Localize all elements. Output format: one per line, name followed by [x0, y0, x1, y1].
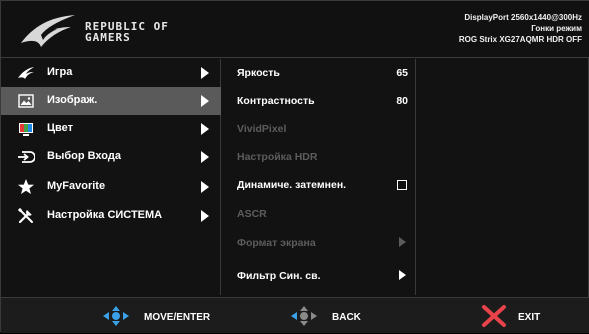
exit-label: EXIT: [518, 312, 541, 323]
sub-menu-item-brightness[interactable]: Яркость 65: [222, 59, 416, 87]
aspect-control-label: Формат экрана: [237, 237, 316, 249]
status-mode: Гонки режим: [531, 24, 582, 33]
main-menu-item-game[interactable]: Игра: [1, 59, 221, 87]
image-icon: [18, 94, 34, 108]
back-button[interactable]: BACK: [289, 298, 379, 334]
sub-menu-item-hdr-setting: Настройка HDR: [222, 143, 416, 171]
back-label: BACK: [332, 312, 361, 323]
sub-menu-item-dynamic-dimming[interactable]: Динамиче. затемнен.: [222, 171, 416, 199]
sub-menu-item-ascr: ASCR: [222, 200, 416, 228]
joystick-back-icon: [291, 306, 317, 326]
hdr-setting-label: Настройка HDR: [237, 151, 318, 163]
main-menu-item-system-setup[interactable]: Настройка СИСТЕМА: [1, 202, 221, 230]
monitor-status: DisplayPort 2560x1440@300Hz Гонки режим …: [459, 12, 582, 45]
input-select-icon: [18, 151, 35, 163]
sub-menu-item-contrast[interactable]: Контрастность 80: [222, 87, 416, 115]
chevron-right-icon: [201, 151, 209, 163]
chevron-right-icon: [201, 210, 209, 222]
main-menu-label-image: Изображ.: [47, 94, 98, 106]
rog-logo: REPUBLIC OF GAMERS: [19, 13, 169, 49]
chevron-right-icon: [201, 67, 209, 79]
osd-window: REPUBLIC OF GAMERS DisplayPort 2560x1440…: [0, 0, 589, 333]
wrench-screwdriver-icon: [17, 207, 33, 224]
close-x-icon: [482, 305, 506, 327]
main-menu-item-input-select[interactable]: Выбор Входа: [1, 143, 221, 171]
contrast-label: Контрастность: [237, 95, 315, 107]
blue-light-filter-label: Фильтр Син. св.: [237, 270, 321, 282]
main-menu-item-myfavorite[interactable]: MyFavorite: [1, 173, 221, 201]
main-menu-item-color[interactable]: Цвет: [1, 115, 221, 143]
chevron-right-icon: [399, 270, 406, 280]
ascr-label: ASCR: [237, 208, 267, 220]
sub-menu: Яркость 65 Контрастность 80 VividPixel Н…: [222, 59, 416, 295]
exit-button[interactable]: EXIT: [481, 298, 561, 334]
sub-menu-item-aspect-control: Формат экрана: [222, 229, 416, 257]
chevron-right-icon: [201, 95, 209, 107]
main-menu-label-myfavorite: MyFavorite: [47, 180, 106, 192]
status-input-resolution: DisplayPort 2560x1440@300Hz: [464, 13, 582, 22]
color-icon: [19, 123, 33, 136]
move-enter-label: MOVE/ENTER: [144, 312, 211, 323]
osd-footer: MOVE/ENTER BACK EXIT: [1, 297, 589, 333]
chevron-right-icon: [399, 237, 406, 247]
main-menu-label-game: Игра: [47, 66, 73, 78]
logo-wordmark: REPUBLIC OF GAMERS: [85, 21, 169, 43]
vividpixel-label: VividPixel: [237, 123, 287, 135]
move-enter-button[interactable]: MOVE/ENTER: [101, 298, 231, 334]
chevron-right-icon: [201, 123, 209, 135]
main-menu-label-input-select: Выбор Входа: [47, 150, 121, 162]
main-menu: Игра Изображ. Цвет Выбор Входа MyFavorit…: [1, 59, 221, 295]
main-menu-label-system-setup: Настройка СИСТЕМА: [47, 209, 163, 221]
joystick-move-icon: [103, 306, 129, 326]
brightness-value: 65: [396, 67, 408, 79]
status-model-hdr: ROG Strix XG27AQMR HDR OFF: [458, 35, 582, 44]
star-icon: [18, 179, 34, 194]
brightness-label: Яркость: [237, 67, 280, 79]
dynamic-dimming-label: Динамиче. затемнен.: [237, 179, 347, 191]
rog-eye-logo-icon: [21, 15, 75, 47]
chevron-right-icon: [201, 181, 209, 193]
sub-menu-item-blue-light-filter[interactable]: Фильтр Син. св.: [222, 262, 416, 290]
rog-eye-icon: [18, 67, 34, 79]
osd-header: REPUBLIC OF GAMERS DisplayPort 2560x1440…: [1, 1, 589, 58]
contrast-value: 80: [396, 95, 408, 107]
logo-line-2: GAMERS: [85, 31, 131, 44]
main-menu-item-image[interactable]: Изображ.: [1, 87, 221, 115]
sub-menu-item-vividpixel: VividPixel: [222, 115, 416, 143]
main-menu-label-color: Цвет: [47, 122, 74, 134]
dynamic-dimming-checkbox[interactable]: [397, 180, 407, 190]
